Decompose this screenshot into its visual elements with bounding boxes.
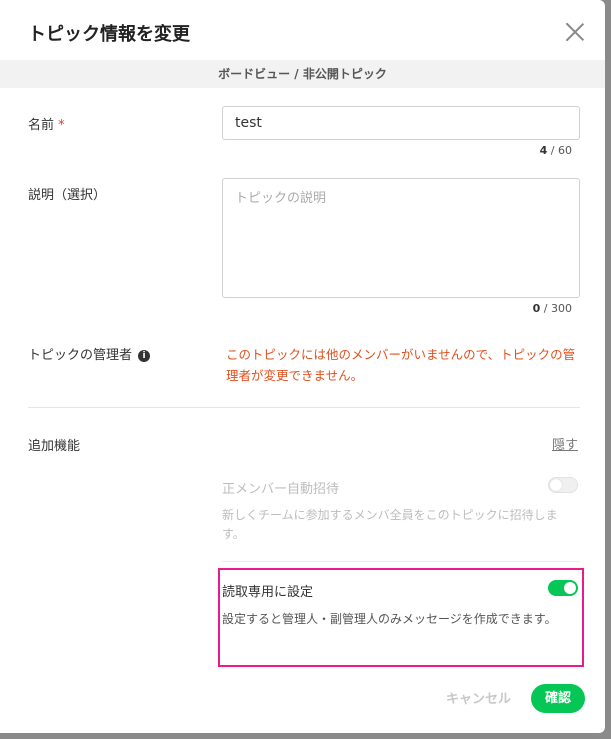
topic-type-subheader: ボードビュー / 非公開トピック <box>0 60 605 88</box>
name-char-max: / 60 <box>547 144 572 157</box>
required-mark: * <box>58 118 65 133</box>
auto-invite-toggle[interactable] <box>548 477 578 493</box>
read-only-title: 読取専用に設定 <box>222 585 314 600</box>
read-only-toggle[interactable] <box>548 580 578 596</box>
auto-invite-title: 正メンバー自動招待 <box>222 482 340 497</box>
hide-link[interactable]: 隠す <box>552 434 578 453</box>
description-textarea[interactable] <box>222 178 580 298</box>
extra-features-label: 追加機能 <box>28 439 81 454</box>
description-char-max: / 300 <box>540 302 572 315</box>
read-only-description: 設定すると管理人・副管理人のみメッセージを作成できます。 <box>222 612 557 626</box>
name-char-counter: 4 / 60 <box>540 144 572 157</box>
option-divider <box>222 561 580 562</box>
manager-label: トピックの管理者 i <box>28 344 151 363</box>
description-label: 説明（選択） <box>28 188 107 203</box>
edit-topic-dialog: トピック情報を変更 ボードビュー / 非公開トピック 名前 * 4 / 60 説… <box>0 0 605 733</box>
toggle-knob <box>564 582 576 594</box>
info-icon[interactable]: i <box>138 350 151 362</box>
close-icon[interactable] <box>565 22 585 42</box>
manager-warning-text: このトピックには他のメンバーがいませんので、トピックの管理者が変更できません。 <box>226 347 576 383</box>
name-label-text: 名前 <box>28 118 55 133</box>
auto-invite-description: 新しくチームに参加するメンバ全員をこのトピックに招待します。 <box>222 508 558 541</box>
dialog-title: トピック情報を変更 <box>28 24 190 45</box>
manager-label-text: トピックの管理者 <box>28 348 133 363</box>
description-char-counter: 0 / 300 <box>533 302 572 315</box>
cancel-button[interactable]: キャンセル <box>446 688 511 707</box>
confirm-button[interactable]: 確認 <box>531 684 585 713</box>
section-divider <box>28 407 580 408</box>
toggle-knob <box>550 479 562 491</box>
name-label: 名前 * <box>28 114 65 133</box>
name-input[interactable] <box>222 106 580 140</box>
